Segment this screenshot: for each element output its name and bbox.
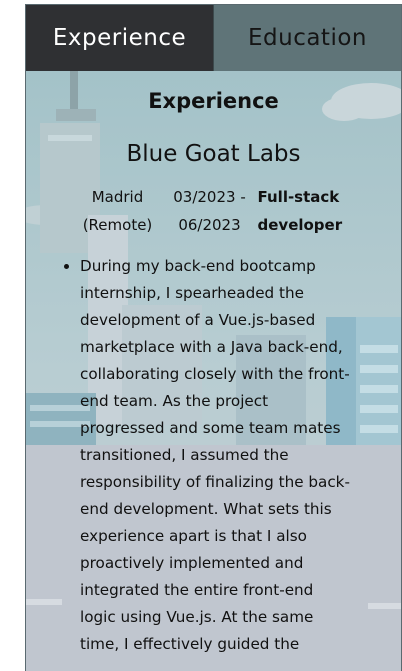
job-date-end: 06/2023 [178,216,241,234]
company-name: Blue Goat Labs [126,141,301,167]
job-description-item: During my back-end bootcamp internship, … [80,253,350,658]
tab-education[interactable]: Education [213,5,401,71]
experience-content: Experience Blue Goat Labs Madrid (Remote… [26,71,401,658]
tab-education-label: Education [247,25,367,51]
job-role-line1: Full-stack [257,188,340,206]
job-dates: 03/2023 - 06/2023 [156,183,258,239]
job-role-line2: developer [257,216,343,234]
experience-panel: Experience Education Experience Blue Goa… [25,4,402,671]
tab-experience[interactable]: Experience [26,5,213,71]
job-description-list: During my back-end bootcamp internship, … [26,253,350,658]
job-location-mode: (Remote) [82,216,153,234]
job-meta: Madrid (Remote) 03/2023 - 06/2023 Full-s… [26,183,401,239]
section-title: Experience [148,89,279,113]
job-location-city: Madrid [91,188,144,206]
job-role: Full-stack developer [258,183,348,239]
tab-bar: Experience Education [26,5,401,71]
job-location: Madrid (Remote) [80,183,156,239]
tab-experience-label: Experience [52,25,187,51]
job-date-start: 03/2023 - [173,188,246,206]
